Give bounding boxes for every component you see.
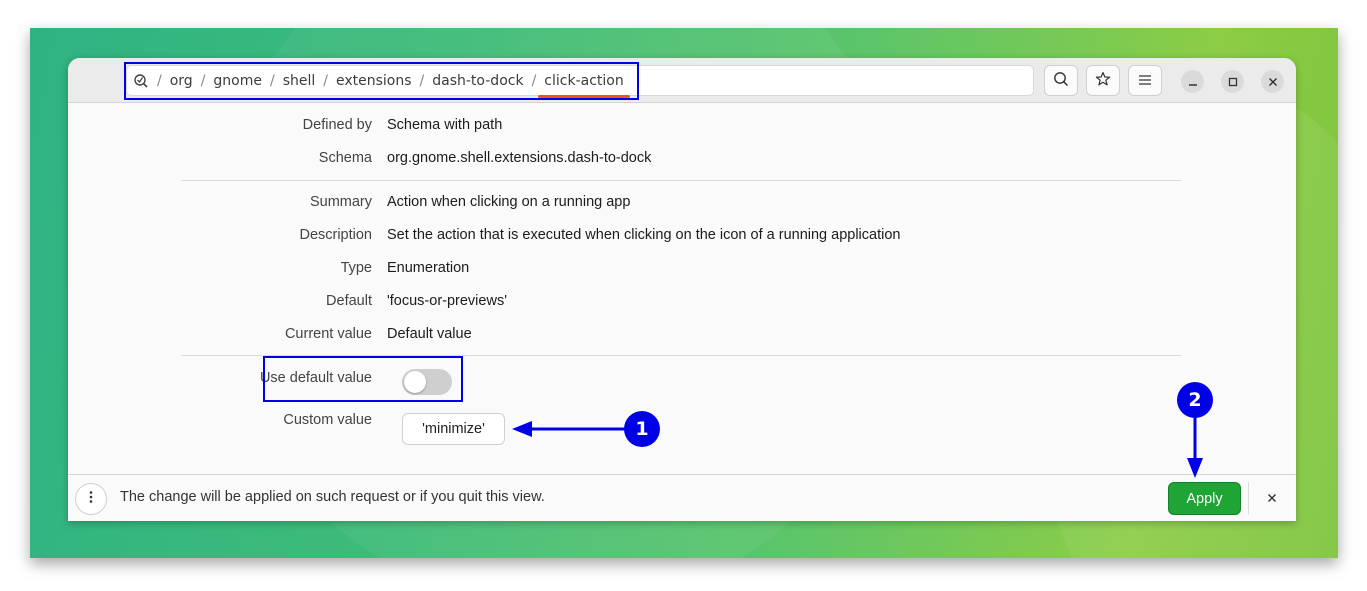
annotation-arrowhead-1 xyxy=(512,421,532,437)
annotation-arrowhead-2 xyxy=(1187,458,1203,478)
annotation-arrows xyxy=(512,416,1203,478)
annotation-badge-2: 2 xyxy=(1177,382,1213,418)
annotation-badge-1: 1 xyxy=(624,411,660,447)
